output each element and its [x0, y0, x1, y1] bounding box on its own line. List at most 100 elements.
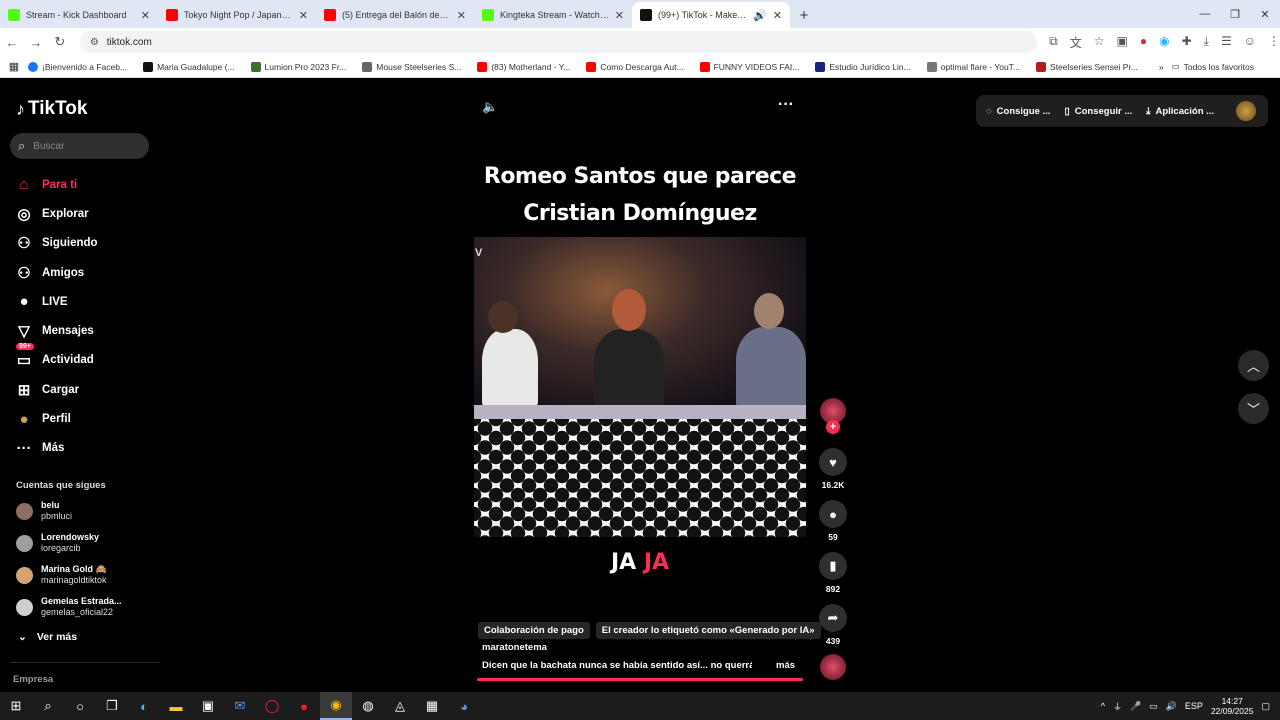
tiktok-logo[interactable]: ♪ TikTok: [16, 98, 87, 120]
sidebar-item-mas[interactable]: ··· Más: [14, 434, 98, 463]
bookmark[interactable]: Maria Guadalupe (...: [143, 61, 235, 72]
video-author[interactable]: maratonetema: [482, 642, 547, 653]
sidebar-item-para-ti[interactable]: ⌂ Para ti: [14, 170, 98, 199]
cortana-icon[interactable]: ○: [64, 692, 96, 720]
sidebar-item-siguiendo[interactable]: ⚇ Siguiendo: [14, 229, 97, 258]
edge-icon[interactable]: ◐: [128, 692, 160, 720]
follow-button[interactable]: +: [826, 420, 840, 434]
chrome-icon[interactable]: ◉: [320, 692, 352, 720]
browser-tab[interactable]: Stream - Kick Dashboard ✕: [0, 2, 158, 28]
opera-icon[interactable]: ●: [288, 692, 320, 720]
user-avatar[interactable]: [1236, 101, 1256, 121]
bookmark[interactable]: Estudio Jurídico Lin...: [815, 61, 911, 72]
bookmark[interactable]: (83) Motherland - Y...: [477, 61, 570, 72]
sidebar-item-actividad[interactable]: ▭ 99+ Actividad: [14, 343, 98, 375]
close-window-icon[interactable]: ✕: [1250, 0, 1280, 28]
following-account[interactable]: Gemelas Estrada... gemelas_oficial22: [16, 596, 122, 618]
app-icon[interactable]: ◬: [384, 692, 416, 720]
following-account[interactable]: Lorendowsky loregarcib: [16, 532, 99, 554]
minimize-icon[interactable]: —: [1190, 0, 1220, 28]
close-tab-icon[interactable]: ✕: [299, 9, 308, 22]
bookmark[interactable]: Como Descarga Aut...: [586, 61, 684, 72]
puzzle-icon[interactable]: ✚: [1182, 34, 1192, 51]
bookmark[interactable]: FUNNY VIDEOS FAI...: [699, 61, 799, 72]
mail-icon[interactable]: ✉: [224, 692, 256, 720]
bookmark[interactable]: optimal flare - YouT...: [926, 61, 1020, 72]
url-field[interactable]: ⚙ tiktok.com: [79, 31, 1038, 53]
get-app-button[interactable]: ▯ Conseguir ...: [1065, 106, 1133, 117]
reload-icon[interactable]: ↻: [48, 34, 72, 50]
bookmark[interactable]: Lumion Pro 2023 Fr...: [250, 61, 346, 72]
following-account[interactable]: Marina Gold 🙈 marinagoldtiktok: [16, 564, 107, 586]
search-input[interactable]: ⌕ Buscar: [10, 133, 149, 159]
chevron-right-icon[interactable]: »: [1159, 62, 1164, 72]
menu-icon[interactable]: ⋮: [1268, 34, 1280, 51]
opera-gx-icon[interactable]: ◯: [256, 692, 288, 720]
speaker-icon[interactable]: 🔊: [1166, 701, 1177, 712]
browser-tab[interactable]: (5) Entrega del Balón de Oro 2(✕: [316, 2, 474, 28]
clock[interactable]: 14:27 22/09/2025: [1211, 696, 1254, 716]
speaker-tab-icon[interactable]: 🔊: [753, 9, 767, 22]
app-icon[interactable]: ▦: [416, 692, 448, 720]
more-description-button[interactable]: más: [776, 660, 795, 671]
apps-grid-icon[interactable]: ▦: [0, 60, 28, 73]
site-info-icon[interactable]: ⚙: [90, 37, 99, 48]
video-progress-bar[interactable]: [477, 678, 803, 681]
new-tab-button[interactable]: +: [790, 2, 818, 28]
close-tab-icon[interactable]: ✕: [141, 9, 150, 22]
sidebar-item-cargar[interactable]: ⊞ Cargar: [14, 375, 98, 404]
microphone-icon[interactable]: 🎤: [1130, 701, 1141, 712]
forward-icon[interactable]: →: [24, 35, 48, 50]
extension-icon[interactable]: ◉: [1159, 34, 1169, 51]
music-disc-icon[interactable]: [820, 654, 846, 680]
install-app-icon[interactable]: ⧉: [1049, 34, 1058, 51]
bookmark[interactable]: Steelseries Sensei Pr...: [1036, 61, 1138, 72]
paid-collab-tag[interactable]: Colaboración de pago: [478, 622, 590, 639]
share-button[interactable]: ➦ 439: [816, 604, 850, 646]
maximize-icon[interactable]: ❐: [1220, 0, 1250, 28]
browser-tab-active[interactable]: (99+) TikTok - Make Your Da🔊✕: [632, 2, 790, 28]
comment-button[interactable]: ● 59: [816, 500, 850, 542]
star-icon[interactable]: ☆: [1094, 34, 1105, 51]
sidebar-item-perfil[interactable]: ● Perfil: [14, 404, 98, 433]
download-icon[interactable]: ⤓: [1204, 34, 1209, 51]
discord-icon[interactable]: ◕: [448, 692, 480, 720]
pc-app-button[interactable]: ⤓ Aplicación ...: [1146, 106, 1214, 117]
notifications-icon[interactable]: ▢: [1261, 701, 1270, 712]
file-explorer-icon[interactable]: ▬: [160, 692, 192, 720]
like-button[interactable]: ♥ 16.2K: [816, 448, 850, 490]
extension-icon[interactable]: ●: [1140, 34, 1147, 51]
close-tab-icon[interactable]: ✕: [615, 9, 624, 22]
browser-tab[interactable]: Kingteka Stream - Watch Live c✕: [474, 2, 632, 28]
extension-icon[interactable]: ▣: [1117, 34, 1128, 51]
back-icon[interactable]: ←: [0, 35, 24, 50]
company-link[interactable]: Empresa: [13, 674, 53, 685]
close-tab-icon[interactable]: ✕: [773, 9, 782, 22]
keyboard-lang[interactable]: ESP: [1185, 701, 1203, 711]
sidebar-item-live[interactable]: ● LIVE: [14, 287, 98, 316]
get-coins-button[interactable]: ◌ Consigue ...: [986, 106, 1051, 117]
following-account[interactable]: belu pbmluci: [16, 500, 72, 522]
all-favorites-folder[interactable]: ▭ Todos los favoritos: [1172, 61, 1254, 72]
app-icon[interactable]: ◍: [352, 692, 384, 720]
ai-generated-tag[interactable]: El creador lo etiquetó como «Generado po…: [595, 622, 821, 639]
windows-start-icon[interactable]: ⊞: [0, 692, 32, 720]
sidebar-item-amigos[interactable]: ⚇ Amigos: [14, 258, 98, 287]
video-frame[interactable]: V: [474, 237, 806, 537]
network-icon[interactable]: ▭: [1149, 701, 1158, 712]
translate-icon[interactable]: 文: [1070, 34, 1082, 51]
next-video-button[interactable]: ﹀: [1238, 393, 1269, 424]
bookmark[interactable]: Mouse Steelseries S...: [362, 61, 461, 72]
bookmark[interactable]: ¡Bienvenido a Faceb...: [28, 61, 127, 72]
more-options-icon[interactable]: ···: [778, 96, 794, 114]
profile-icon[interactable]: ☺: [1244, 34, 1256, 51]
browser-tab[interactable]: Tokyo Night Pop / Japanese Ne✕: [158, 2, 316, 28]
see-more-button[interactable]: ⌄ Ver más: [18, 631, 77, 643]
task-view-icon[interactable]: ❐: [96, 692, 128, 720]
reading-list-icon[interactable]: ☰: [1221, 34, 1232, 51]
save-button[interactable]: ▮ 892: [816, 552, 850, 594]
sidebar-item-mensajes[interactable]: ▽ Mensajes: [14, 316, 98, 345]
search-icon[interactable]: ⌕: [32, 692, 64, 720]
chevron-up-icon[interactable]: ^: [1101, 701, 1105, 711]
previous-video-button[interactable]: ︿: [1238, 350, 1269, 381]
